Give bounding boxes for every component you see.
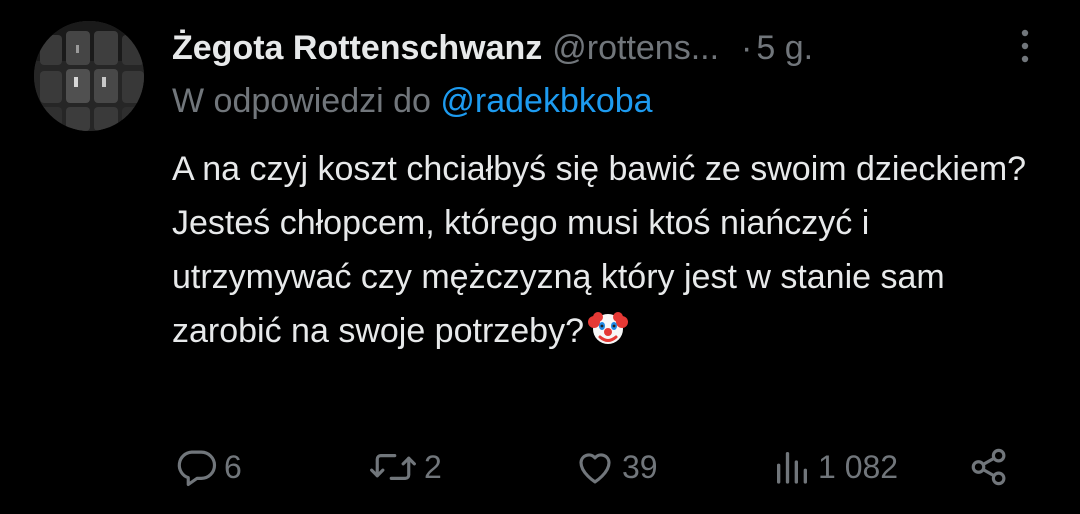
more-vertical-icon: [1021, 29, 1029, 63]
retweet-icon: [370, 454, 416, 480]
retweet-button[interactable]: 2: [368, 440, 442, 494]
separator-dot: ·: [741, 28, 753, 67]
reply-button[interactable]: 6: [176, 440, 242, 494]
reply-prefix: W odpowiedzi do: [172, 82, 431, 120]
like-count: 39: [622, 448, 658, 485]
reply-context: W odpowiedzi do @radekbkoba: [172, 82, 653, 121]
avatar[interactable]: [34, 21, 144, 131]
author-name[interactable]: Żegota Rottenschwanz: [172, 29, 542, 68]
views-count: 1 082: [818, 448, 899, 485]
tweet-text: A na czyj koszt chciałbyś się bawić ze s…: [172, 142, 1032, 364]
author-handle[interactable]: @rottens...: [552, 29, 719, 68]
tweet[interactable]: Żegota Rottenschwanz @rottens... · 5 g. …: [0, 0, 1080, 514]
retweet-count: 2: [424, 448, 442, 485]
action-bar: 6 2 39 1 082: [176, 440, 1026, 494]
views-icon: [777, 452, 807, 484]
views-button[interactable]: 1 082: [772, 440, 898, 494]
heart-icon: [579, 453, 611, 484]
tweet-header: Żegota Rottenschwanz @rottens... · 5 g.: [172, 24, 813, 72]
like-button[interactable]: 39: [574, 440, 658, 494]
share-button[interactable]: [968, 440, 1010, 494]
share-icon: [971, 448, 1006, 486]
reply-icon: [177, 450, 217, 487]
reply-count: 6: [224, 448, 242, 485]
clown-face-icon: [588, 308, 629, 364]
more-button[interactable]: [1005, 24, 1045, 68]
reply-mention[interactable]: @radekbkoba: [440, 82, 652, 120]
timestamp[interactable]: 5 g.: [756, 29, 813, 68]
avatar-image: [34, 21, 144, 131]
